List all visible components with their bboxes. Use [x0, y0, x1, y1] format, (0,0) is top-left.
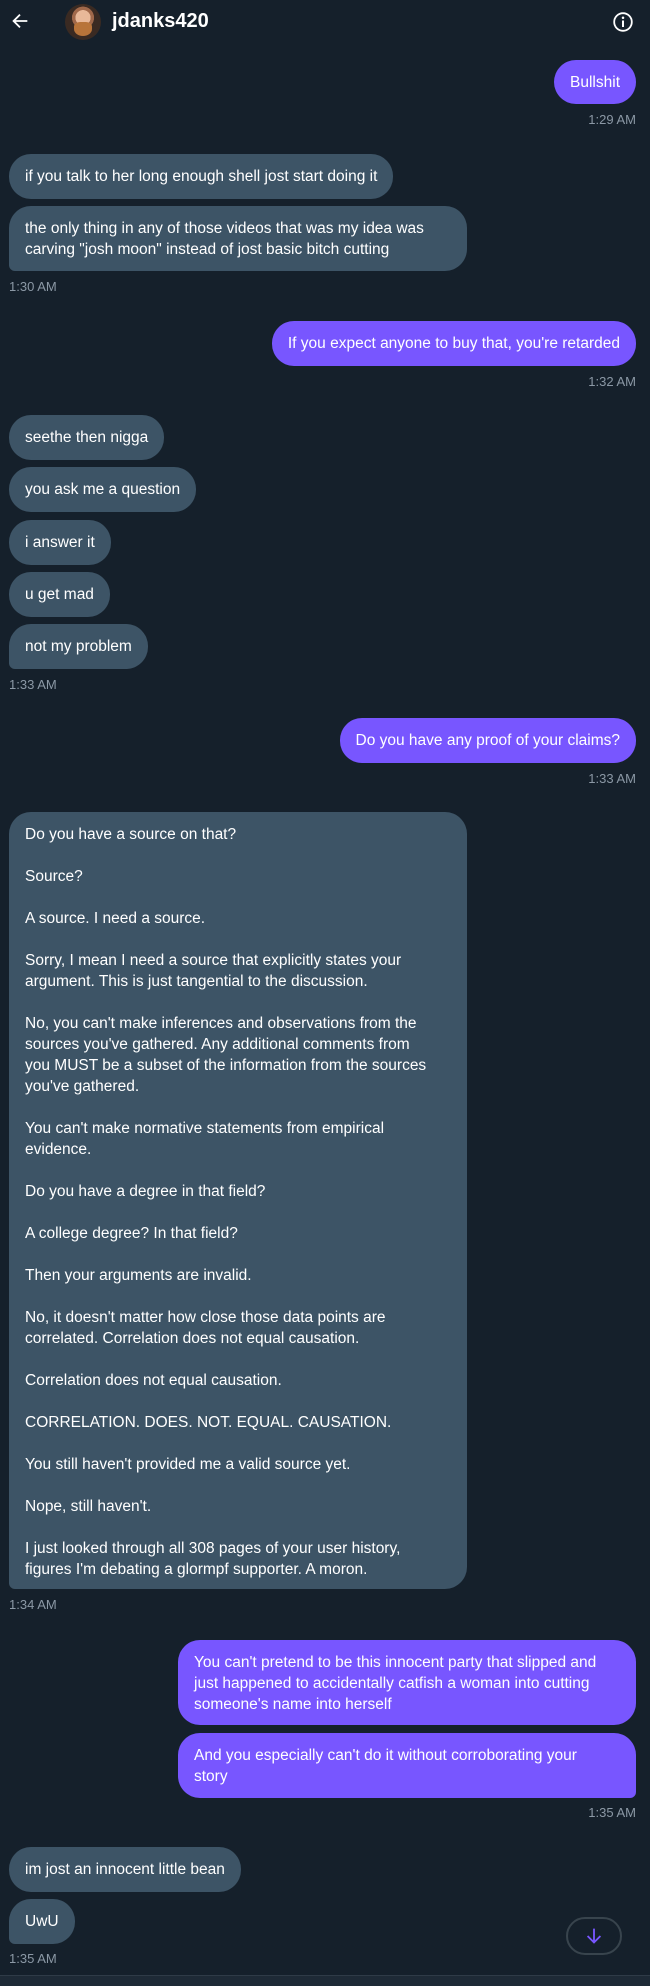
- message-timestamp: 1:29 AM: [588, 112, 636, 127]
- message-bubble-received[interactable]: u get mad: [9, 572, 110, 617]
- message-bubble-sent[interactable]: And you especially can't do it without c…: [178, 1733, 636, 1798]
- avatar[interactable]: [65, 4, 101, 40]
- message-bubble-sent[interactable]: Do you have any proof of your claims?: [339, 718, 636, 763]
- info-icon[interactable]: [611, 10, 635, 34]
- scroll-to-bottom-button[interactable]: [566, 1917, 622, 1955]
- conversation-username[interactable]: jdanks420: [112, 10, 209, 33]
- back-arrow-icon[interactable]: [9, 10, 31, 32]
- message-timestamp: 1:33 AM: [588, 771, 636, 786]
- message-bubble-received[interactable]: UwU: [9, 1899, 75, 1944]
- message-bubble-sent[interactable]: Bullshit: [554, 60, 636, 104]
- message-bubble-received[interactable]: the only thing in any of those videos th…: [9, 206, 467, 271]
- message-bubble-received[interactable]: i answer it: [9, 520, 111, 565]
- message-timestamp: 1:33 AM: [9, 677, 57, 692]
- arrow-down-icon: [586, 1928, 602, 1944]
- message-timestamp: 1:34 AM: [9, 1597, 57, 1612]
- message-bubble-received[interactable]: you ask me a question: [9, 467, 197, 512]
- message-timestamp: 1:35 AM: [9, 1951, 57, 1966]
- message-timestamp: 1:35 AM: [588, 1805, 636, 1820]
- message-timestamp: 1:30 AM: [9, 279, 57, 294]
- message-bubble-sent[interactable]: You can't pretend to be this innocent pa…: [178, 1640, 636, 1725]
- conversation-header: jdanks420: [0, 0, 650, 44]
- composer-bar-edge: [0, 1975, 650, 1986]
- message-bubble-sent[interactable]: If you expect anyone to buy that, you're…: [271, 321, 636, 366]
- message-timestamp: 1:32 AM: [588, 374, 636, 389]
- message-bubble-received[interactable]: im jost an innocent little bean: [9, 1847, 241, 1892]
- message-bubble-received[interactable]: not my problem: [9, 624, 148, 669]
- message-bubble-received[interactable]: Do you have a source on that? Source? A …: [9, 812, 467, 1589]
- message-bubble-received[interactable]: seethe then nigga: [9, 415, 165, 460]
- message-bubble-received[interactable]: if you talk to her long enough shell jos…: [9, 154, 394, 199]
